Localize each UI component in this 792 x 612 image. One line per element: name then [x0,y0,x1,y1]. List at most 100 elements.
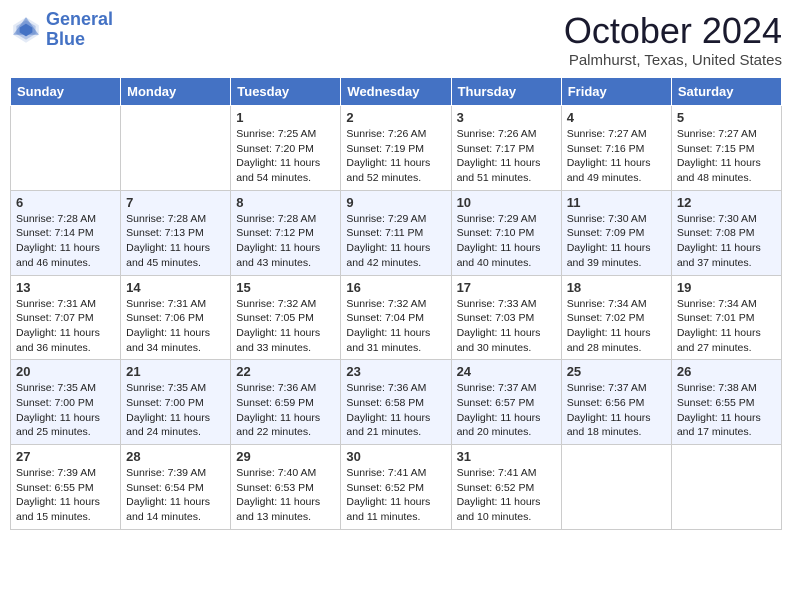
day-info: Sunrise: 7:32 AMSunset: 7:05 PMDaylight:… [236,297,335,356]
title-area: October 2024 Palmhurst, Texas, United St… [564,10,782,69]
day-info: Sunrise: 7:26 AMSunset: 7:19 PMDaylight:… [346,127,445,186]
day-info: Sunrise: 7:35 AMSunset: 7:00 PMDaylight:… [126,381,225,440]
calendar-week: 6 Sunrise: 7:28 AMSunset: 7:14 PMDaylight… [11,190,782,275]
day-number: 9 [346,195,445,210]
day-info: Sunrise: 7:28 AMSunset: 7:13 PMDaylight:… [126,212,225,271]
calendar-cell: 22 Sunrise: 7:36 AMSunset: 6:59 PMDayligh… [231,360,341,445]
calendar-cell: 2 Sunrise: 7:26 AMSunset: 7:19 PMDaylight… [341,106,451,191]
calendar-cell: 31 Sunrise: 7:41 AMSunset: 6:52 PMDayligh… [451,445,561,530]
page-header: General Blue October 2024 Palmhurst, Tex… [10,10,782,69]
calendar-cell [561,445,671,530]
day-number: 8 [236,195,335,210]
day-info: Sunrise: 7:34 AMSunset: 7:02 PMDaylight:… [567,297,666,356]
calendar-cell: 8 Sunrise: 7:28 AMSunset: 7:12 PMDaylight… [231,190,341,275]
day-info: Sunrise: 7:32 AMSunset: 7:04 PMDaylight:… [346,297,445,356]
day-number: 18 [567,280,666,295]
calendar-cell: 24Sunrise: 7:37 AMSunset: 6:57 PMDayligh… [451,360,561,445]
day-number: 19 [677,280,776,295]
calendar-cell [121,106,231,191]
day-number: 12 [677,195,776,210]
calendar-cell: 23 Sunrise: 7:36 AMSunset: 6:58 PMDayligh… [341,360,451,445]
day-info: Sunrise: 7:31 AMSunset: 7:06 PMDaylight:… [126,297,225,356]
day-info: Sunrise: 7:28 AMSunset: 7:14 PMDaylight:… [16,212,115,271]
day-number: 4 [567,110,666,125]
calendar-cell: 10 Sunrise: 7:29 AMSunset: 7:10 PMDayligh… [451,190,561,275]
calendar-cell: 30 Sunrise: 7:41 AMSunset: 6:52 PMDayligh… [341,445,451,530]
day-number: 13 [16,280,115,295]
day-number: 27 [16,449,115,464]
calendar-cell: 26 Sunrise: 7:38 AMSunset: 6:55 PMDayligh… [671,360,781,445]
calendar-cell: 1Sunrise: 7:25 AMSunset: 7:20 PMDaylight… [231,106,341,191]
day-info: Sunrise: 7:37 AMSunset: 6:56 PMDaylight:… [567,381,666,440]
day-info: Sunrise: 7:41 AMSunset: 6:52 PMDaylight:… [457,466,556,525]
calendar-cell: 3 Sunrise: 7:26 AMSunset: 7:17 PMDaylight… [451,106,561,191]
logo-text: General Blue [46,10,113,50]
calendar-cell: 12 Sunrise: 7:30 AMSunset: 7:08 PMDayligh… [671,190,781,275]
day-info: Sunrise: 7:30 AMSunset: 7:09 PMDaylight:… [567,212,666,271]
calendar-week: 27 Sunrise: 7:39 AMSunset: 6:55 PMDayligh… [11,445,782,530]
day-number: 17 [457,280,556,295]
day-info: Sunrise: 7:28 AMSunset: 7:12 PMDaylight:… [236,212,335,271]
day-number: 7 [126,195,225,210]
calendar-cell: 28Sunrise: 7:39 AMSunset: 6:54 PMDayligh… [121,445,231,530]
day-info: Sunrise: 7:29 AMSunset: 7:11 PMDaylight:… [346,212,445,271]
day-number: 26 [677,364,776,379]
day-info: Sunrise: 7:38 AMSunset: 6:55 PMDaylight:… [677,381,776,440]
day-info: Sunrise: 7:39 AMSunset: 6:55 PMDaylight:… [16,466,115,525]
day-number: 21 [126,364,225,379]
day-number: 29 [236,449,335,464]
day-info: Sunrise: 7:34 AMSunset: 7:01 PMDaylight:… [677,297,776,356]
day-number: 28 [126,449,225,464]
calendar-cell: 18 Sunrise: 7:34 AMSunset: 7:02 PMDayligh… [561,275,671,360]
month-title: October 2024 [564,10,782,52]
calendar-cell: 21 Sunrise: 7:35 AMSunset: 7:00 PMDayligh… [121,360,231,445]
day-info: Sunrise: 7:30 AMSunset: 7:08 PMDaylight:… [677,212,776,271]
day-info: Sunrise: 7:29 AMSunset: 7:10 PMDaylight:… [457,212,556,271]
calendar-cell: 9 Sunrise: 7:29 AMSunset: 7:11 PMDaylight… [341,190,451,275]
calendar-cell: 13 Sunrise: 7:31 AMSunset: 7:07 PMDayligh… [11,275,121,360]
day-info: Sunrise: 7:27 AMSunset: 7:15 PMDaylight:… [677,127,776,186]
calendar-cell: 16Sunrise: 7:32 AMSunset: 7:04 PMDayligh… [341,275,451,360]
calendar-cell: 5 Sunrise: 7:27 AMSunset: 7:15 PMDaylight… [671,106,781,191]
day-info: Sunrise: 7:26 AMSunset: 7:17 PMDaylight:… [457,127,556,186]
day-number: 23 [346,364,445,379]
day-number: 30 [346,449,445,464]
weekday-header: Wednesday [341,78,451,106]
location: Palmhurst, Texas, United States [564,52,782,69]
day-number: 25 [567,364,666,379]
calendar-cell: 6 Sunrise: 7:28 AMSunset: 7:14 PMDaylight… [11,190,121,275]
day-number: 31 [457,449,556,464]
day-number: 5 [677,110,776,125]
day-info: Sunrise: 7:36 AMSunset: 6:58 PMDaylight:… [346,381,445,440]
calendar-week: 20 Sunrise: 7:35 AMSunset: 7:00 PMDayligh… [11,360,782,445]
calendar-cell: 17 Sunrise: 7:33 AMSunset: 7:03 PMDayligh… [451,275,561,360]
day-number: 10 [457,195,556,210]
day-number: 6 [16,195,115,210]
logo: General Blue [10,10,113,50]
calendar-cell: 20 Sunrise: 7:35 AMSunset: 7:00 PMDayligh… [11,360,121,445]
day-info: Sunrise: 7:25 AMSunset: 7:20 PMDaylight:… [236,127,335,186]
day-info: Sunrise: 7:40 AMSunset: 6:53 PMDaylight:… [236,466,335,525]
weekday-header: Sunday [11,78,121,106]
day-number: 15 [236,280,335,295]
calendar-cell: 15 Sunrise: 7:32 AMSunset: 7:05 PMDayligh… [231,275,341,360]
weekday-header: Tuesday [231,78,341,106]
weekday-header: Saturday [671,78,781,106]
day-number: 2 [346,110,445,125]
day-info: Sunrise: 7:41 AMSunset: 6:52 PMDaylight:… [346,466,445,525]
day-info: Sunrise: 7:31 AMSunset: 7:07 PMDaylight:… [16,297,115,356]
calendar-cell [11,106,121,191]
day-number: 20 [16,364,115,379]
day-info: Sunrise: 7:36 AMSunset: 6:59 PMDaylight:… [236,381,335,440]
day-info: Sunrise: 7:35 AMSunset: 7:00 PMDaylight:… [16,381,115,440]
calendar-cell: 29 Sunrise: 7:40 AMSunset: 6:53 PMDayligh… [231,445,341,530]
calendar-week: 13 Sunrise: 7:31 AMSunset: 7:07 PMDayligh… [11,275,782,360]
weekday-header: Monday [121,78,231,106]
day-info: Sunrise: 7:33 AMSunset: 7:03 PMDaylight:… [457,297,556,356]
calendar-cell: 27 Sunrise: 7:39 AMSunset: 6:55 PMDayligh… [11,445,121,530]
day-number: 22 [236,364,335,379]
calendar-cell: 11 Sunrise: 7:30 AMSunset: 7:09 PMDayligh… [561,190,671,275]
day-number: 11 [567,195,666,210]
calendar-cell: 19 Sunrise: 7:34 AMSunset: 7:01 PMDayligh… [671,275,781,360]
day-number: 3 [457,110,556,125]
